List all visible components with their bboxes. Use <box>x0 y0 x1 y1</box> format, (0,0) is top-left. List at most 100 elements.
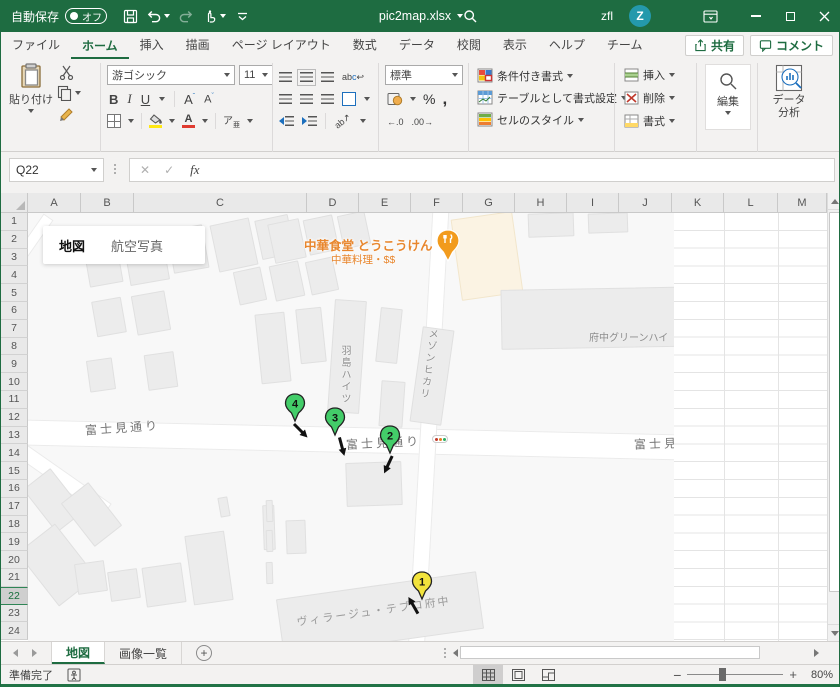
column-header-M[interactable]: M <box>778 193 827 213</box>
row-header-19[interactable]: 19 <box>1 533 28 552</box>
scroll-down-icon[interactable] <box>828 624 839 641</box>
merge-center-button[interactable] <box>342 92 356 106</box>
delete-cells-button[interactable]: 削除 <box>623 87 675 109</box>
fill-color-caret[interactable] <box>169 119 175 123</box>
sheet-prev-icon[interactable] <box>13 649 18 657</box>
row-header-14[interactable]: 14 <box>1 444 28 463</box>
row-header-10[interactable]: 10 <box>1 373 28 391</box>
cancel-icon[interactable]: ✕ <box>140 163 150 177</box>
accounting-format-icon[interactable] <box>387 92 403 106</box>
column-header-H[interactable]: H <box>515 193 567 213</box>
row-header-8[interactable]: 8 <box>1 337 28 356</box>
formula-input[interactable]: ✕ ✓ fx <box>129 158 835 182</box>
wrap-text-button[interactable]: abc↩ <box>342 72 364 83</box>
ribbon-tab-ヘルプ[interactable]: ヘルプ <box>538 31 596 59</box>
accounting-caret[interactable] <box>410 97 416 101</box>
paste-button[interactable]: 貼り付け <box>9 63 53 113</box>
comments-button[interactable]: コメント <box>749 35 833 56</box>
orientation-button[interactable]: ab↗ <box>333 111 354 131</box>
ribbon-tab-ファイル[interactable]: ファイル <box>1 31 71 59</box>
column-header-E[interactable]: E <box>359 193 411 213</box>
row-header-13[interactable]: 13 <box>1 426 28 445</box>
zoom-slider-thumb[interactable] <box>719 668 727 681</box>
name-box[interactable]: Q22 <box>9 158 104 182</box>
phonetic-guide-button[interactable]: ア亜 <box>223 112 240 130</box>
row-header-1[interactable]: 1 <box>1 213 28 231</box>
decrease-font-button[interactable]: Aˇ <box>204 93 214 106</box>
row-header-21[interactable]: 21 <box>1 568 28 587</box>
sheetbar-splitter[interactable] <box>444 648 446 658</box>
map-image[interactable]: 富士見通り 富士見通り 富士見 羽島ハイツ メゾンヒカリ 府中グリーンハイ ヴィ… <box>28 213 674 641</box>
row-header-24[interactable]: 24 <box>1 622 28 641</box>
decrease-indent-button[interactable] <box>279 115 294 127</box>
scroll-left-icon[interactable] <box>453 648 458 657</box>
search-icon[interactable] <box>457 3 483 29</box>
accessibility-icon[interactable] <box>67 668 81 682</box>
row-header-15[interactable]: 15 <box>1 462 28 480</box>
maximize-button[interactable] <box>773 0 807 32</box>
sheet-next-icon[interactable] <box>32 649 37 657</box>
normal-view-button[interactable] <box>473 664 503 685</box>
column-header-K[interactable]: K <box>672 193 724 213</box>
font-name-combo[interactable]: 游ゴシック <box>107 65 235 85</box>
zoom-out-button[interactable]: − <box>673 667 681 683</box>
borders-caret[interactable] <box>128 119 134 123</box>
row-header-5[interactable]: 5 <box>1 284 28 302</box>
map-type-control[interactable]: 地図 航空写真 <box>43 226 205 264</box>
row-header-17[interactable]: 17 <box>1 497 28 516</box>
insert-function-icon[interactable]: fx <box>190 162 199 178</box>
undo-icon[interactable] <box>145 3 171 29</box>
vertical-scroll-thumb[interactable] <box>829 212 839 592</box>
format-as-table-button[interactable]: テーブルとして書式設定 <box>477 87 628 108</box>
merge-caret[interactable] <box>364 97 370 101</box>
column-headers[interactable]: ABCDEFGHIJKLM <box>1 193 827 213</box>
customize-quick-access-icon[interactable] <box>229 3 255 29</box>
bold-button[interactable]: B <box>109 92 118 107</box>
account-text[interactable]: zfl <box>601 9 613 23</box>
align-middle-button[interactable] <box>297 68 316 86</box>
column-header-L[interactable]: L <box>724 193 778 213</box>
font-size-combo[interactable]: 11 <box>239 65 273 85</box>
empty-cells[interactable] <box>674 213 827 641</box>
avatar[interactable]: Z <box>629 5 651 27</box>
row-header-23[interactable]: 23 <box>1 604 28 623</box>
ribbon-tab-挿入[interactable]: 挿入 <box>129 31 175 59</box>
zoom-level[interactable]: 80% <box>811 669 833 681</box>
column-header-A[interactable]: A <box>28 193 81 213</box>
copy-button[interactable] <box>57 85 81 101</box>
map-type-aerial[interactable]: 航空写真 <box>111 236 163 255</box>
scroll-right-icon[interactable] <box>814 648 819 657</box>
ribbon-tab-描画[interactable]: 描画 <box>175 31 221 59</box>
row-header-2[interactable]: 2 <box>1 230 28 249</box>
horizontal-scroll-thumb[interactable] <box>460 646 760 659</box>
format-painter-button[interactable] <box>59 107 75 123</box>
ribbon-tab-表示[interactable]: 表示 <box>492 31 538 59</box>
increase-decimal-button[interactable]: ←.0 <box>387 117 404 127</box>
comma-style-button[interactable]: , <box>442 89 447 109</box>
number-format-combo[interactable]: 標準 <box>385 65 463 85</box>
underline-button[interactable]: U <box>141 92 150 107</box>
underline-caret[interactable] <box>159 97 166 101</box>
insert-cells-button[interactable]: 挿入 <box>623 64 675 86</box>
decrease-decimal-button[interactable]: .00→ <box>412 117 434 127</box>
ribbon-tab-チーム[interactable]: チーム <box>596 31 654 59</box>
percent-style-button[interactable]: % <box>423 91 435 107</box>
row-header-7[interactable]: 7 <box>1 319 28 338</box>
worksheet-grid[interactable]: ABCDEFGHIJKLM 1 2 3 4 5 6 7 8 9 10 11 12 13 14 15 16 17 1… <box>1 193 839 641</box>
fill-color-icon[interactable] <box>149 114 162 128</box>
close-button[interactable] <box>807 0 839 32</box>
conditional-formatting-button[interactable]: 条件付き書式 <box>477 65 627 86</box>
minimize-button[interactable] <box>739 0 773 32</box>
ribbon-tab-データ[interactable]: データ <box>388 31 446 59</box>
autosave-toggle[interactable]: オフ <box>65 8 108 24</box>
map-marker-4[interactable]: 4 <box>284 393 306 423</box>
italic-button[interactable]: I <box>127 91 131 107</box>
font-color-icon[interactable]: A <box>182 114 195 128</box>
page-layout-view-button[interactable] <box>503 665 533 685</box>
ribbon-tab-校閲[interactable]: 校閲 <box>446 31 492 59</box>
save-icon[interactable] <box>117 3 143 29</box>
align-left-button[interactable] <box>279 93 292 105</box>
page-break-view-button[interactable] <box>533 665 563 685</box>
scroll-up-icon[interactable] <box>828 193 839 210</box>
touch-mode-icon[interactable] <box>201 3 227 29</box>
